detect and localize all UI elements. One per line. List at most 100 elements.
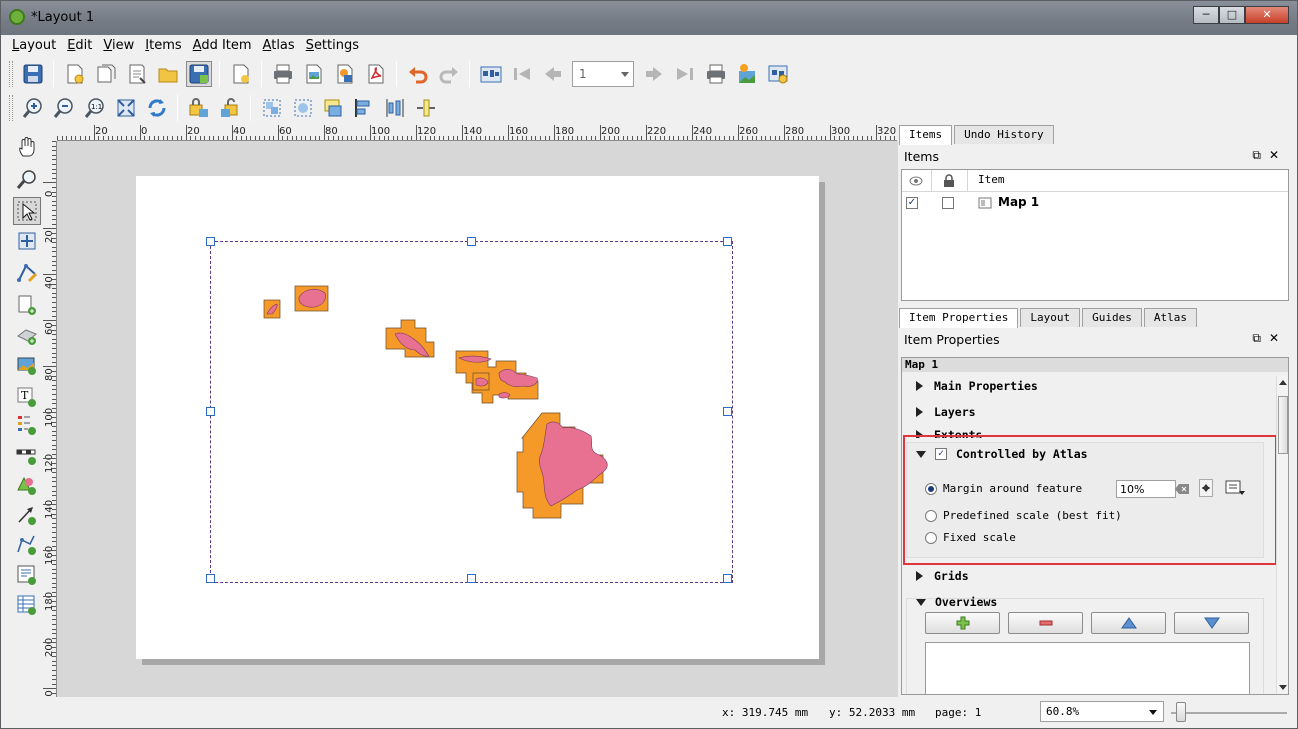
- zoom-actual-button[interactable]: 1:1: [82, 95, 108, 121]
- move-content-tool[interactable]: [13, 227, 41, 255]
- atlas-previous-button[interactable]: [540, 61, 566, 87]
- group-main-properties[interactable]: Main Properties: [916, 376, 1038, 396]
- duplicate-layout-button[interactable]: [93, 61, 119, 87]
- new-layout-button[interactable]: [62, 61, 88, 87]
- add-polyline-tool[interactable]: [13, 531, 41, 559]
- group-overviews[interactable]: Overviews: [916, 592, 997, 612]
- add-html-tool[interactable]: [13, 561, 41, 589]
- export-image-button[interactable]: [301, 61, 327, 87]
- resize-handle-s[interactable]: [467, 574, 476, 583]
- zoom-out-button[interactable]: [51, 95, 77, 121]
- lock-checkbox[interactable]: [942, 197, 954, 209]
- group-items-button[interactable]: [259, 95, 285, 121]
- tab-guides[interactable]: Guides: [1082, 308, 1142, 327]
- export-pdf-button[interactable]: [363, 61, 389, 87]
- align-items-button[interactable]: [352, 95, 378, 121]
- menu-layout[interactable]: Layout: [7, 35, 62, 57]
- float-icon[interactable]: ⧉: [1252, 148, 1269, 162]
- toolbar-grip[interactable]: [9, 95, 13, 121]
- export-atlas-images-button[interactable]: [734, 61, 760, 87]
- scroll-down-icon[interactable]: [1279, 685, 1287, 690]
- group-grids[interactable]: Grids: [916, 566, 969, 586]
- add-overview-button[interactable]: [925, 612, 1000, 634]
- add-shape-tool[interactable]: [13, 471, 41, 499]
- add-legend-tool[interactable]: [13, 411, 41, 439]
- menu-items[interactable]: Items: [140, 35, 187, 57]
- close-dock-icon[interactable]: ✕: [1269, 331, 1287, 345]
- remove-overview-button[interactable]: [1008, 612, 1083, 634]
- close-dock-icon[interactable]: ✕: [1269, 148, 1287, 162]
- atlas-page-combo[interactable]: 1: [572, 61, 634, 87]
- ungroup-items-button[interactable]: [290, 95, 316, 121]
- zoom-slider-track[interactable]: [1171, 712, 1287, 714]
- atlas-first-button[interactable]: [509, 61, 535, 87]
- zoom-tool[interactable]: [13, 165, 41, 193]
- export-svg-button[interactable]: [332, 61, 358, 87]
- tab-undo-history[interactable]: Undo History: [954, 125, 1054, 144]
- atlas-preview-button[interactable]: [478, 61, 504, 87]
- edit-nodes-tool[interactable]: [13, 259, 41, 287]
- save-project-button[interactable]: [20, 61, 46, 87]
- zoom-combo[interactable]: 60.8%: [1040, 701, 1164, 722]
- add-scalebar-tool[interactable]: [13, 441, 41, 469]
- unlock-items-button[interactable]: [217, 95, 243, 121]
- tab-atlas[interactable]: Atlas: [1143, 308, 1197, 327]
- atlas-settings-button[interactable]: [765, 61, 791, 87]
- scroll-thumb[interactable]: [1278, 396, 1288, 454]
- add-label-tool[interactable]: T: [13, 383, 41, 411]
- resize-handle-nw[interactable]: [206, 237, 215, 246]
- menu-add-item[interactable]: Add Item: [188, 35, 258, 57]
- tab-items[interactable]: Items: [899, 125, 953, 145]
- menu-settings[interactable]: Settings: [301, 35, 365, 57]
- resize-handle-e[interactable]: [723, 407, 732, 416]
- save-template-button[interactable]: [185, 61, 212, 87]
- menu-edit[interactable]: Edit: [62, 35, 98, 57]
- atlas-next-button[interactable]: [641, 61, 667, 87]
- pan-tool[interactable]: [13, 133, 41, 161]
- resize-handle-ne[interactable]: [723, 237, 732, 246]
- menu-view[interactable]: View: [98, 35, 140, 57]
- undo-button[interactable]: [405, 61, 431, 87]
- properties-scrollbar[interactable]: [1276, 376, 1288, 694]
- tab-item-properties[interactable]: Item Properties: [899, 308, 1019, 328]
- group-layers[interactable]: Layers: [916, 402, 976, 422]
- resize-handle-sw[interactable]: [206, 574, 215, 583]
- scroll-up-icon[interactable]: [1279, 380, 1287, 385]
- lock-items-button[interactable]: [186, 95, 212, 121]
- add-arrow-tool[interactable]: [13, 501, 41, 529]
- menu-atlas[interactable]: Atlas: [258, 35, 301, 57]
- overview-list[interactable]: [925, 642, 1250, 694]
- select-tool[interactable]: [13, 197, 41, 225]
- add-table-tool[interactable]: [13, 591, 41, 619]
- layout-manager-button[interactable]: [124, 61, 150, 87]
- float-icon[interactable]: ⧉: [1252, 331, 1269, 345]
- visibility-checkbox[interactable]: ✓: [906, 197, 918, 209]
- raise-items-button[interactable]: [321, 95, 347, 121]
- add-picture-tool[interactable]: [13, 351, 41, 379]
- resize-handle-w[interactable]: [206, 407, 215, 416]
- atlas-last-button[interactable]: [672, 61, 698, 87]
- zoom-in-button[interactable]: [20, 95, 46, 121]
- minimize-button[interactable]: ─: [1193, 6, 1219, 24]
- add-3d-map-tool[interactable]: [13, 321, 41, 349]
- zoom-full-button[interactable]: [113, 95, 139, 121]
- new-page-button[interactable]: [228, 61, 254, 87]
- move-overview-down-button[interactable]: [1174, 612, 1249, 634]
- items-tree[interactable]: Item ✓ Map 1: [901, 169, 1289, 301]
- resize-handle-se[interactable]: [723, 574, 732, 583]
- distribute-items-button[interactable]: [383, 95, 409, 121]
- table-row[interactable]: ✓ Map 1: [902, 192, 1288, 214]
- print-atlas-button[interactable]: [703, 61, 729, 87]
- maximize-button[interactable]: □: [1219, 6, 1245, 24]
- resize-handle-n[interactable]: [467, 237, 476, 246]
- redo-button[interactable]: [436, 61, 462, 87]
- refresh-view-button[interactable]: [144, 95, 170, 121]
- close-button[interactable]: ✕: [1245, 6, 1289, 24]
- add-page-tool[interactable]: [13, 291, 41, 319]
- layout-canvas[interactable]: [57, 141, 898, 697]
- map-item[interactable]: [206, 237, 733, 583]
- layout-page[interactable]: [136, 176, 819, 659]
- print-button[interactable]: [270, 61, 296, 87]
- resize-items-button[interactable]: [414, 95, 440, 121]
- toolbar-grip[interactable]: [9, 61, 13, 87]
